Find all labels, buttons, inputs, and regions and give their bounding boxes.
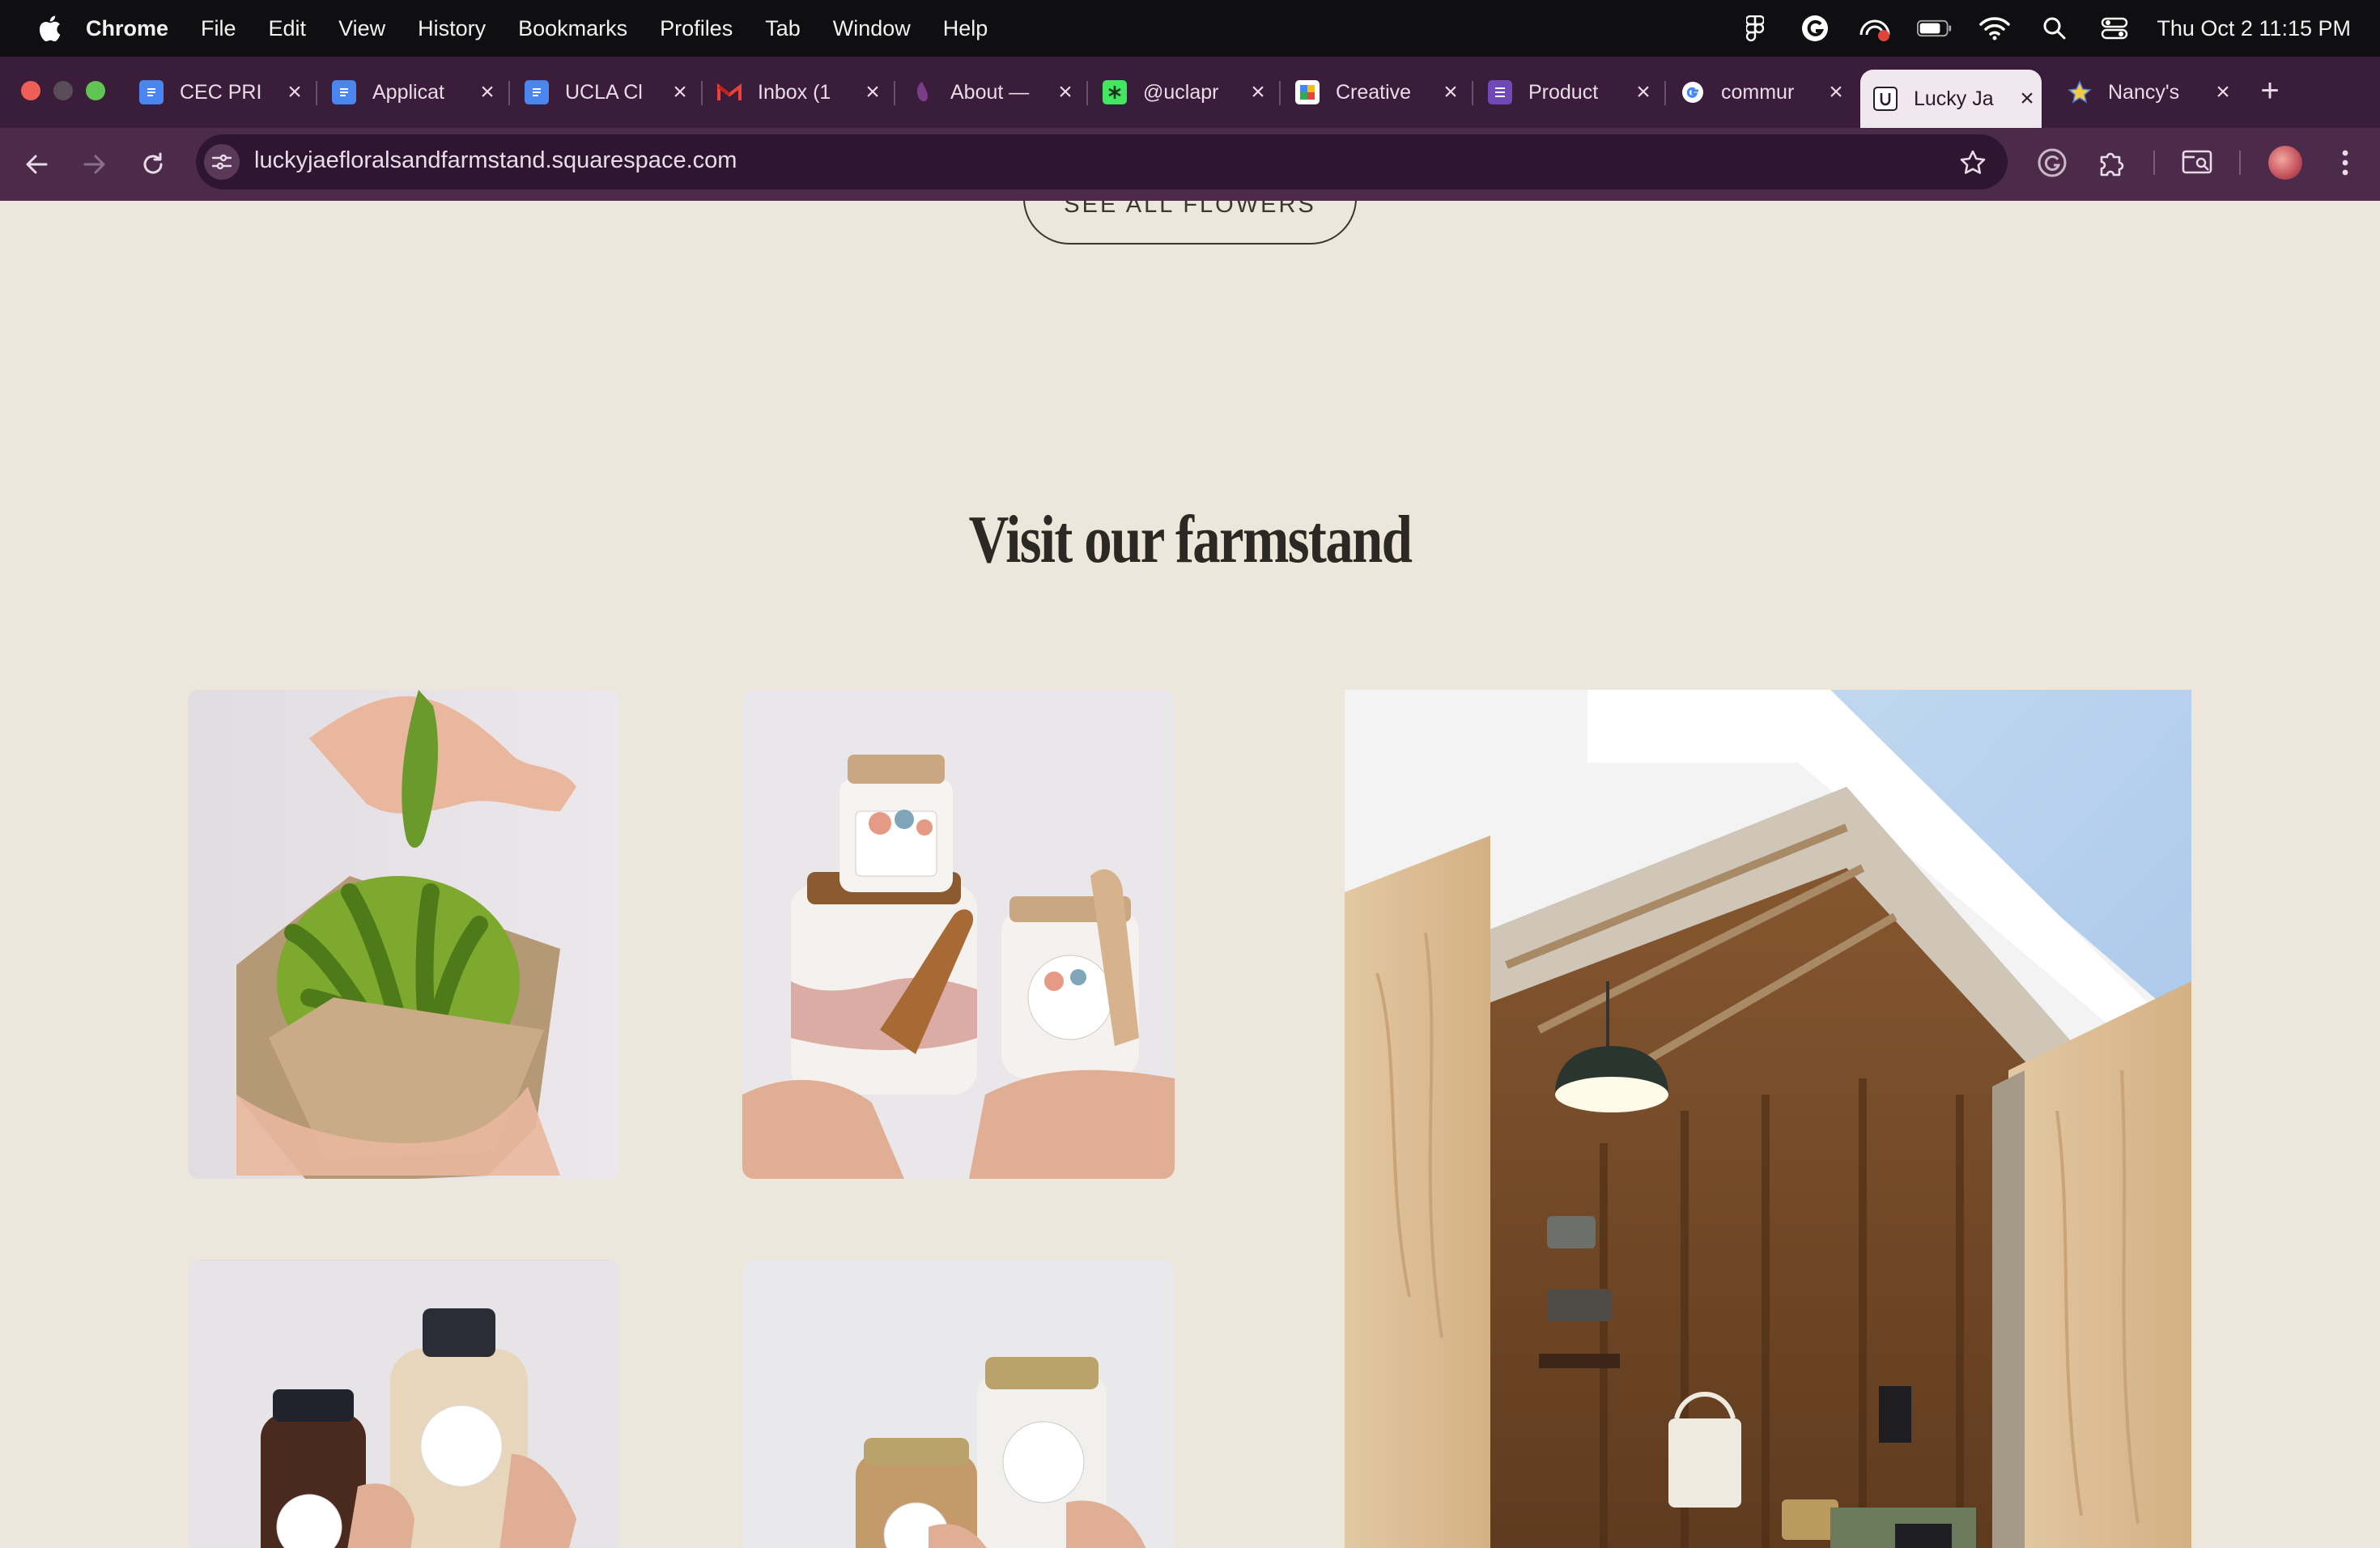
tab-label: UCLA Cl bbox=[565, 80, 643, 104]
tab-creative[interactable]: Creative × bbox=[1295, 70, 1460, 115]
menu-view[interactable]: View bbox=[338, 16, 385, 41]
bliss-brews-photo bbox=[188, 1260, 620, 1548]
tab-close-icon[interactable]: × bbox=[1248, 79, 1268, 106]
url-text[interactable]: luckyjaefloralsandfarmstand.squarespace.… bbox=[254, 147, 737, 174]
tab-label: Inbox (1 bbox=[758, 80, 831, 104]
tab-close-icon[interactable]: × bbox=[1826, 79, 1846, 106]
screen-record-icon[interactable] bbox=[1857, 11, 1893, 46]
menubar-clock[interactable]: Thu Oct 2 11:15 PM bbox=[2157, 16, 2351, 41]
spice-jars-photo bbox=[742, 1260, 1175, 1548]
tab-label: Nancy's bbox=[2108, 80, 2180, 104]
menu-bookmarks[interactable]: Bookmarks bbox=[518, 16, 627, 41]
google-icon bbox=[1681, 80, 1705, 104]
menu-file[interactable]: File bbox=[201, 16, 236, 41]
more-menu-icon[interactable] bbox=[2327, 144, 2364, 181]
tab-separator bbox=[701, 81, 703, 105]
apple-icon[interactable] bbox=[28, 0, 71, 57]
tab-about[interactable]: About — × bbox=[910, 70, 1075, 115]
squarespace-icon bbox=[1873, 87, 1898, 111]
google-docs-icon bbox=[139, 80, 164, 104]
see-all-flowers-button[interactable]: SEE ALL FLOWERS bbox=[1023, 201, 1357, 245]
tab-separator bbox=[1279, 81, 1281, 105]
google-docs-icon bbox=[525, 80, 549, 104]
figma-icon[interactable] bbox=[1737, 11, 1773, 46]
window-minimize-button[interactable] bbox=[53, 81, 73, 100]
google-slides-icon bbox=[1295, 80, 1320, 104]
macos-menu-bar: Chrome File Edit View History Bookmarks … bbox=[0, 0, 2380, 57]
google-docs-icon bbox=[332, 80, 356, 104]
peppers-photo bbox=[188, 690, 620, 1179]
tab-close-icon[interactable]: × bbox=[478, 79, 497, 106]
page-content: SEE ALL FLOWERS Visit our farmstand bbox=[0, 201, 2380, 1548]
tab-label: Product bbox=[1528, 80, 1599, 104]
star-favicon bbox=[2068, 80, 2092, 104]
tab-close-icon[interactable]: × bbox=[863, 79, 882, 106]
tab-separator bbox=[508, 81, 510, 105]
tab-separator bbox=[1472, 81, 1473, 105]
tab-separator bbox=[894, 81, 895, 105]
section-title: Visit our farmstand bbox=[968, 502, 1413, 577]
menu-edit[interactable]: Edit bbox=[269, 16, 307, 41]
tab-separator bbox=[316, 81, 317, 105]
tab-label: CEC PRI bbox=[180, 80, 262, 104]
profile-avatar[interactable] bbox=[2268, 146, 2302, 180]
tab-ucla[interactable]: UCLA Cl × bbox=[525, 70, 690, 115]
extensions-puzzle-icon[interactable] bbox=[2093, 144, 2131, 181]
tab-close-icon[interactable]: × bbox=[285, 79, 304, 106]
menu-window[interactable]: Window bbox=[833, 16, 911, 41]
gmail-icon bbox=[717, 80, 742, 104]
site-icon bbox=[910, 80, 934, 104]
bookmark-star-icon[interactable] bbox=[1954, 144, 1991, 181]
reload-button[interactable] bbox=[133, 144, 173, 185]
farmstand-shed-photo bbox=[1345, 690, 2191, 1548]
menu-profiles[interactable]: Profiles bbox=[660, 16, 733, 41]
menu-tab[interactable]: Tab bbox=[765, 16, 801, 41]
tab-separator bbox=[1086, 81, 1088, 105]
tab-label: Lucky Ja bbox=[1914, 87, 1994, 110]
tab-label: Applicat bbox=[372, 80, 444, 104]
tab-applicat[interactable]: Applicat × bbox=[332, 70, 497, 115]
tab-separator bbox=[1664, 81, 1666, 105]
tab-product[interactable]: Product × bbox=[1488, 70, 1653, 115]
menu-history[interactable]: History bbox=[418, 16, 486, 41]
tab-nancys[interactable]: Nancy's × bbox=[2068, 70, 2233, 115]
tab-close-icon[interactable]: × bbox=[670, 79, 690, 106]
menu-app-chrome[interactable]: Chrome bbox=[86, 16, 168, 41]
forward-button[interactable] bbox=[74, 144, 115, 185]
tab-label: @uclapr bbox=[1143, 80, 1219, 104]
battery-icon[interactable] bbox=[1917, 11, 1953, 46]
menu-help[interactable]: Help bbox=[943, 16, 988, 41]
tab-label: commur bbox=[1721, 80, 1795, 104]
linktree-icon bbox=[1103, 80, 1127, 104]
tab-close-icon[interactable]: × bbox=[1634, 79, 1653, 106]
tab-close-icon[interactable]: × bbox=[1056, 79, 1075, 106]
forms-icon bbox=[1488, 80, 1512, 104]
back-button[interactable] bbox=[16, 144, 57, 185]
grammarly-extension-icon[interactable] bbox=[2034, 144, 2071, 181]
grammarly-icon[interactable] bbox=[1797, 11, 1833, 46]
tab-close-icon[interactable]: × bbox=[1441, 79, 1460, 106]
tab-cec-pri[interactable]: CEC PRI × bbox=[139, 70, 304, 115]
tab-community[interactable]: commur × bbox=[1681, 70, 1846, 115]
site-settings-icon[interactable] bbox=[204, 144, 240, 180]
spotlight-search-icon[interactable] bbox=[2037, 11, 2072, 46]
wifi-icon[interactable] bbox=[1977, 11, 2012, 46]
toolbar-separator bbox=[2153, 151, 2155, 175]
tab-label: About — bbox=[950, 80, 1030, 104]
body-scrub-photo bbox=[742, 690, 1175, 1179]
tab-close-icon[interactable]: × bbox=[2213, 79, 2233, 106]
tab-close-icon[interactable]: × bbox=[2017, 85, 2037, 113]
new-tab-button[interactable]: + bbox=[2252, 71, 2288, 110]
control-center-icon[interactable] bbox=[2097, 11, 2132, 46]
tab-uclapr[interactable]: @uclapr × bbox=[1103, 70, 1268, 115]
window-close-button[interactable] bbox=[21, 81, 40, 100]
window-maximize-button[interactable] bbox=[86, 81, 105, 100]
toolbar-separator bbox=[2239, 151, 2241, 175]
side-panel-search-icon[interactable] bbox=[2179, 144, 2216, 181]
tab-label: Creative bbox=[1336, 80, 1412, 104]
tab-lucky-jae-active[interactable]: Lucky Ja × bbox=[1860, 70, 2042, 128]
tab-inbox[interactable]: Inbox (1 × bbox=[717, 70, 882, 115]
